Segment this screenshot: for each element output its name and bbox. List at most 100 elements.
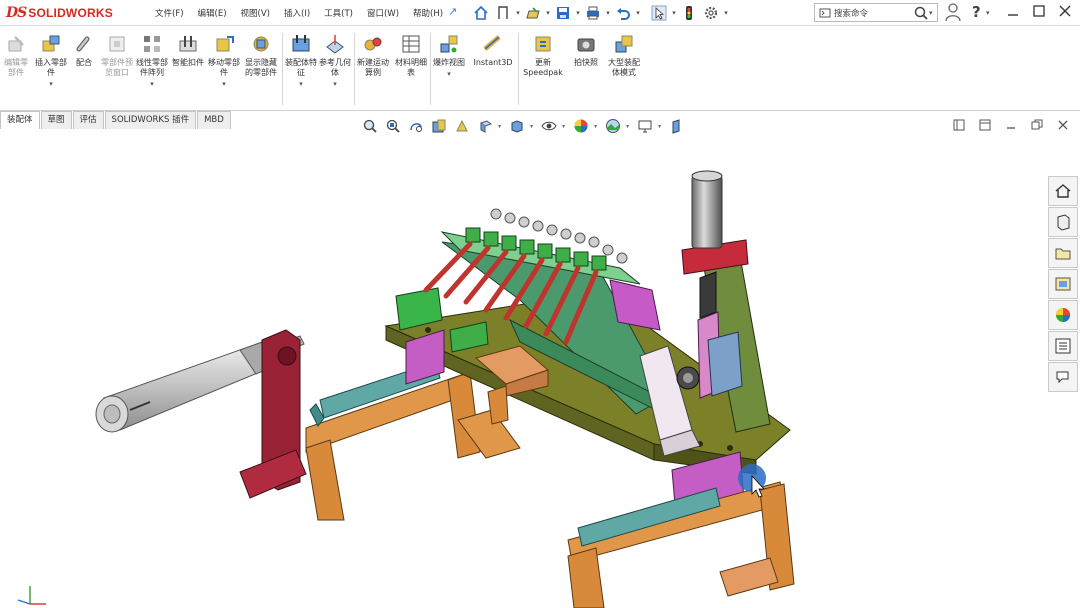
hide-show-dropdown-icon[interactable]: ▾ <box>562 123 568 130</box>
print-dropdown-icon[interactable]: ▾ <box>604 9 612 17</box>
search-dropdown-icon[interactable]: ▾ <box>929 9 937 17</box>
command-manager-ribbon: 编辑零部件 插入零部件 ▾ 配合 零部件预览窗口 线性零部件阵列 ▾ 智能扣件 … <box>0 27 1080 111</box>
bill-of-materials-button[interactable]: 材料明细表 <box>394 33 428 109</box>
tab-solidworks-addins[interactable]: SOLIDWORKS 插件 <box>104 111 197 129</box>
view-settings-dropdown-icon[interactable]: ▾ <box>658 123 664 130</box>
tab-assembly[interactable]: 装配体 <box>0 111 40 129</box>
menu-insert[interactable]: 插入(I) <box>277 7 317 19</box>
home-icon[interactable] <box>470 3 492 23</box>
tab-mbd[interactable]: MBD <box>197 111 231 129</box>
zoom-to-fit-icon[interactable] <box>360 116 380 136</box>
display-style-dropdown-icon[interactable]: ▾ <box>530 123 536 130</box>
user-icon[interactable] <box>944 2 962 22</box>
reference-geometry-dropdown-icon[interactable]: ▾ <box>318 80 352 88</box>
graphics-viewport[interactable] <box>0 136 1046 608</box>
move-component-dropdown-icon[interactable]: ▾ <box>206 80 242 88</box>
linear-pattern-button[interactable]: 线性零部件阵列 ▾ <box>134 33 170 109</box>
view-orientation-icon[interactable] <box>475 116 495 136</box>
smart-fasteners-button[interactable]: 智能扣件 <box>172 33 204 109</box>
reference-geometry-button[interactable]: 参考几何体 ▾ <box>318 33 352 109</box>
restore-icon[interactable] <box>1032 4 1046 18</box>
view-settings-icon[interactable] <box>635 116 655 136</box>
select-cursor-icon[interactable] <box>648 3 670 23</box>
viewport-close-icon[interactable] <box>1056 118 1070 132</box>
section-view-icon[interactable] <box>429 116 449 136</box>
menu-file[interactable]: 文件(F) <box>148 7 191 19</box>
help-icon[interactable]: ? <box>972 3 981 21</box>
file-explorer-tab[interactable] <box>1048 238 1078 268</box>
new-motion-study-button[interactable]: 新建运动算例 <box>356 33 390 109</box>
rebuild-icon[interactable] <box>678 3 700 23</box>
close-icon[interactable] <box>1058 4 1072 18</box>
instant3d-button[interactable]: Instant3D <box>470 33 516 109</box>
minimize-icon[interactable] <box>1006 4 1020 18</box>
undo-dropdown-icon[interactable]: ▾ <box>634 9 642 17</box>
update-speedpak-button[interactable]: 更新 Speedpak <box>520 33 566 109</box>
previous-view-icon[interactable] <box>406 116 426 136</box>
options-gear-icon[interactable] <box>700 3 722 23</box>
solidworks-resources-tab[interactable] <box>1048 176 1078 206</box>
right-support-stand[interactable] <box>567 481 795 608</box>
exploded-view-dropdown-icon[interactable]: ▾ <box>432 70 466 78</box>
display-pane-icon[interactable] <box>667 116 687 136</box>
apply-scene-icon[interactable] <box>603 116 623 136</box>
zoom-to-area-icon[interactable] <box>383 116 403 136</box>
open-dropdown-icon[interactable]: ▾ <box>544 9 552 17</box>
move-component-button[interactable]: 移动零部件 ▾ <box>206 33 242 109</box>
view-orientation-dropdown-icon[interactable]: ▾ <box>498 123 504 130</box>
linear-pattern-dropdown-icon[interactable]: ▾ <box>134 80 170 88</box>
search-input[interactable]: 搜索命令 <box>834 7 913 19</box>
menu-tools[interactable]: 工具(T) <box>317 7 360 19</box>
new-document-icon[interactable] <box>492 3 514 23</box>
tile-vertical-icon[interactable] <box>952 118 966 132</box>
insert-components-dropdown-icon[interactable]: ▾ <box>34 80 68 88</box>
take-snapshot-button[interactable]: 拍快照 <box>568 33 604 109</box>
viewport-restore-icon[interactable] <box>1030 118 1044 132</box>
left-support-stand[interactable] <box>305 361 481 521</box>
save-icon[interactable] <box>552 3 574 23</box>
dynamic-annotation-icon[interactable] <box>452 116 472 136</box>
custom-properties-tab[interactable] <box>1048 331 1078 361</box>
assembly-features-dropdown-icon[interactable]: ▾ <box>284 80 318 88</box>
mate-button[interactable]: 配合 <box>70 33 98 109</box>
pin-menu-icon[interactable]: ↗ <box>448 5 457 18</box>
design-library-tab[interactable] <box>1048 207 1078 237</box>
viewport-minimize-icon[interactable] <box>1004 118 1018 132</box>
new-dropdown-icon[interactable]: ▾ <box>514 9 522 17</box>
component-preview-button[interactable]: 零部件预览窗口 <box>100 33 134 109</box>
search-commands-box[interactable]: 搜索命令 ▾ <box>814 3 938 22</box>
save-dropdown-icon[interactable]: ▾ <box>574 9 582 17</box>
menu-view[interactable]: 视图(V) <box>234 7 277 19</box>
menu-edit[interactable]: 编辑(E) <box>191 7 234 19</box>
view-palette-icon <box>1055 277 1071 291</box>
tile-horizontal-icon[interactable] <box>978 118 992 132</box>
apply-scene-dropdown-icon[interactable]: ▾ <box>626 123 632 130</box>
show-hidden-components-button[interactable]: 显示隐藏的零部件 <box>244 33 278 109</box>
tab-sketch[interactable]: 草图 <box>40 111 72 129</box>
viewport-window-controls <box>952 118 1070 132</box>
large-assembly-mode-button[interactable]: 大型装配体模式 <box>606 33 642 109</box>
options-dropdown-icon[interactable]: ▾ <box>722 9 730 17</box>
open-document-icon[interactable] <box>522 3 544 23</box>
select-dropdown-icon[interactable]: ▾ <box>670 9 678 17</box>
forum-tab[interactable] <box>1048 362 1078 392</box>
menu-help[interactable]: 帮助(H) <box>406 7 450 19</box>
solidworks-logo[interactable]: DS SOLIDWORKS <box>6 5 113 21</box>
help-dropdown-icon[interactable]: ▾ <box>986 9 990 17</box>
edit-appearance-icon[interactable] <box>571 116 591 136</box>
insert-components-button[interactable]: 插入零部件 ▾ <box>34 33 68 109</box>
print-icon[interactable] <box>582 3 604 23</box>
exploded-view-button[interactable]: 爆炸视图 ▾ <box>432 33 466 109</box>
assembly-features-button[interactable]: 装配体特征 ▾ <box>284 33 318 109</box>
edit-appearance-dropdown-icon[interactable]: ▾ <box>594 123 600 130</box>
hide-show-items-icon[interactable] <box>539 116 559 136</box>
appearances-tab[interactable] <box>1048 300 1078 330</box>
display-style-icon[interactable] <box>507 116 527 136</box>
edit-component-button[interactable]: 编辑零部件 <box>2 33 30 109</box>
search-icon[interactable] <box>913 5 929 21</box>
undo-icon[interactable] <box>612 3 634 23</box>
menu-window[interactable]: 窗口(W) <box>360 7 406 19</box>
view-palette-tab[interactable] <box>1048 269 1078 299</box>
large-assembly-icon <box>615 35 633 53</box>
tab-evaluate[interactable]: 评估 <box>72 111 104 129</box>
